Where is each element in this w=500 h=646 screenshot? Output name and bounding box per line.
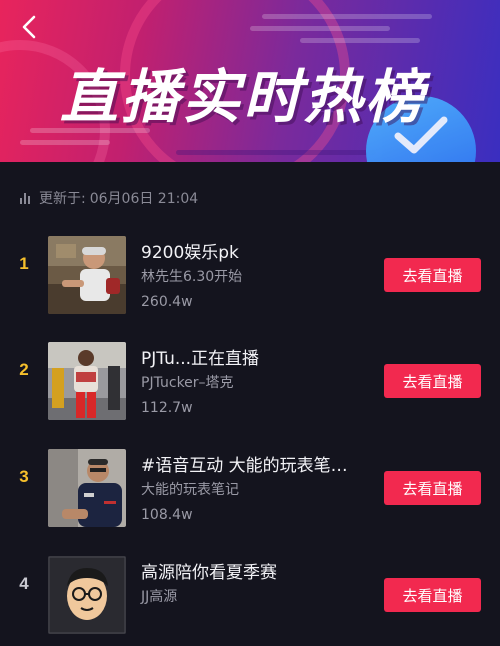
update-time: 06月06日 21:04 [89, 191, 199, 207]
stream-thumbnail[interactable] [48, 236, 126, 314]
host-name: 林先生6.30开始 [141, 269, 243, 285]
watch-live-button[interactable]: 去看直播 [384, 258, 481, 292]
banner-decor-stripe [250, 26, 390, 31]
chevron-left-icon [22, 15, 36, 39]
stream-thumbnail[interactable] [48, 342, 126, 420]
stream-thumbnail[interactable] [48, 556, 126, 634]
viewer-count: 260.4w [141, 294, 193, 310]
banner-decor-stripe [300, 38, 420, 43]
stream-title[interactable]: 9200娱乐pk [141, 238, 371, 263]
watch-live-button[interactable]: 去看直播 [384, 471, 481, 505]
host-name: JJ高源 [141, 589, 178, 605]
viewer-count: 108.4w [141, 507, 193, 523]
list-item[interactable]: 3 #语音互动 大能的玩表笔… 大能的玩表笔记 108.4w 去看直播 [0, 439, 500, 539]
update-time-line: 更新于: 06月06日 21:04 [20, 187, 198, 209]
rank-number: 2 [19, 360, 29, 379]
list-item[interactable]: 4 高源陪你看夏季赛 JJ高源 去看直播 [0, 546, 500, 646]
host-name: PJTucker–塔克 [141, 375, 234, 391]
banner-decor-stripe [20, 140, 110, 145]
watch-live-button[interactable]: 去看直播 [384, 578, 481, 612]
host-name: 大能的玩表笔记 [141, 482, 239, 498]
update-label: 更新于: [39, 191, 86, 207]
stream-title[interactable]: 高源陪你看夏季赛 [141, 558, 371, 583]
stream-title[interactable]: #语音互动 大能的玩表笔… [141, 451, 371, 476]
rank-number: 4 [19, 574, 29, 593]
stream-title[interactable]: PJTu...正在直播 [141, 344, 371, 369]
list-item[interactable]: 1 9200娱乐pk 林先生6.30开始 260.4w 去看直播 [0, 226, 500, 326]
stream-thumbnail[interactable] [48, 449, 126, 527]
banner-decor-stripe [262, 14, 432, 19]
rank-number: 1 [19, 254, 29, 273]
list-item[interactable]: 2 PJTu...正在直播 PJTucker–塔克 112.7w 去看直播 [0, 332, 500, 432]
rank-number: 3 [19, 467, 29, 486]
banner-decor-stripe [176, 150, 376, 155]
back-button[interactable] [12, 10, 46, 44]
viewer-count: 112.7w [141, 400, 193, 416]
bar-chart-icon [20, 192, 32, 204]
page-title: 直播实时热榜 [60, 63, 427, 131]
watch-live-button[interactable]: 去看直播 [384, 364, 481, 398]
header-banner: 直播实时热榜 [0, 0, 500, 162]
